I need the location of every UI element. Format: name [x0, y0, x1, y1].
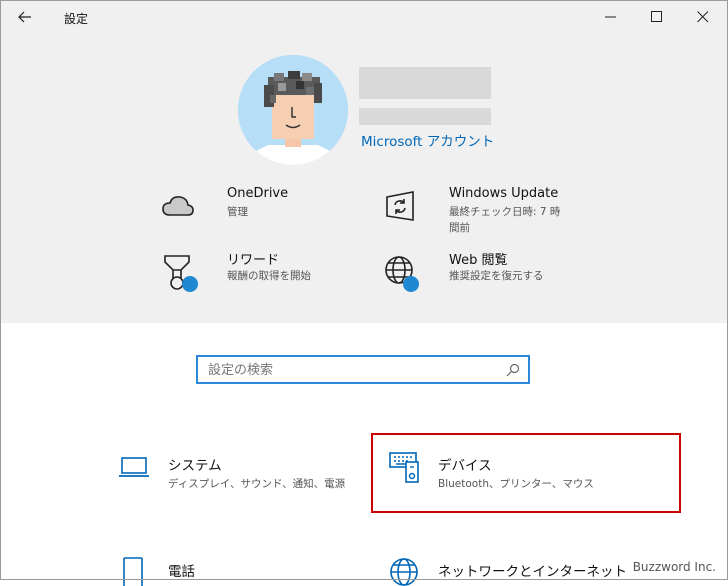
globe-badge-icon: [403, 276, 419, 292]
quick-item-web-browsing[interactable]: Web 閲覧 推奨設定を復元する: [382, 247, 582, 297]
rewards-title: リワード: [227, 253, 280, 268]
avatar[interactable]: [238, 55, 348, 165]
system-subtitle: ディスプレイ、サウンド、通知、電源: [168, 478, 346, 490]
windows-update-title: Windows Update: [449, 186, 559, 201]
title-bar: 設定: [0, 0, 728, 34]
category-phone[interactable]: 電話: [110, 552, 350, 586]
minimize-button[interactable]: [588, 0, 634, 34]
update-icon: [386, 191, 414, 221]
microsoft-account-link[interactable]: Microsoft アカウント: [361, 130, 494, 150]
user-avatar-icon: [238, 55, 348, 165]
category-system[interactable]: システム ディスプレイ、サウンド、通知、電源: [110, 446, 350, 502]
watermark: Buzzword Inc.: [632, 560, 716, 574]
back-arrow-icon: [18, 11, 31, 23]
reward-badge-icon: [182, 276, 198, 292]
web-browsing-title: Web 閲覧: [449, 253, 508, 268]
windows-update-subtitle: 最終チェック日時: 7 時間前: [449, 206, 561, 234]
rewards-subtitle: 報酬の取得を開始: [227, 270, 311, 282]
search-input[interactable]: [208, 361, 498, 379]
close-button[interactable]: [680, 0, 726, 34]
laptop-icon: [119, 457, 149, 477]
phone-title: 電話: [168, 564, 195, 580]
devices-highlight-frame: [371, 433, 681, 513]
network-title: ネットワークとインターネット: [438, 564, 627, 580]
onedrive-title: OneDrive: [227, 186, 289, 201]
onedrive-subtitle: 管理: [227, 206, 248, 218]
quick-item-rewards[interactable]: リワード 報酬の取得を開始: [160, 247, 340, 297]
globe-icon: [385, 256, 419, 292]
category-network[interactable]: ネットワークとインターネット: [380, 552, 627, 586]
search-icon[interactable]: [506, 363, 520, 377]
network-globe-icon: [390, 558, 418, 586]
phone-icon: [123, 557, 143, 586]
user-email-placeholder: [359, 108, 491, 125]
maximize-icon: [651, 11, 662, 22]
minimize-icon: [605, 16, 616, 18]
search-box[interactable]: [196, 355, 530, 384]
maximize-button[interactable]: [634, 0, 680, 34]
cloud-icon: [162, 196, 194, 216]
quick-item-windows-update[interactable]: Windows Update 最終チェック日時: 7 時間前: [382, 183, 582, 239]
system-title: システム: [168, 458, 222, 474]
close-icon: [697, 11, 709, 23]
web-browsing-subtitle: 推奨設定を復元する: [449, 270, 544, 282]
reward-icon: [164, 255, 198, 292]
window-title: 設定: [64, 12, 89, 26]
back-button[interactable]: [2, 0, 48, 34]
quick-item-onedrive[interactable]: OneDrive 管理: [160, 183, 340, 229]
user-name-placeholder: [359, 67, 491, 99]
